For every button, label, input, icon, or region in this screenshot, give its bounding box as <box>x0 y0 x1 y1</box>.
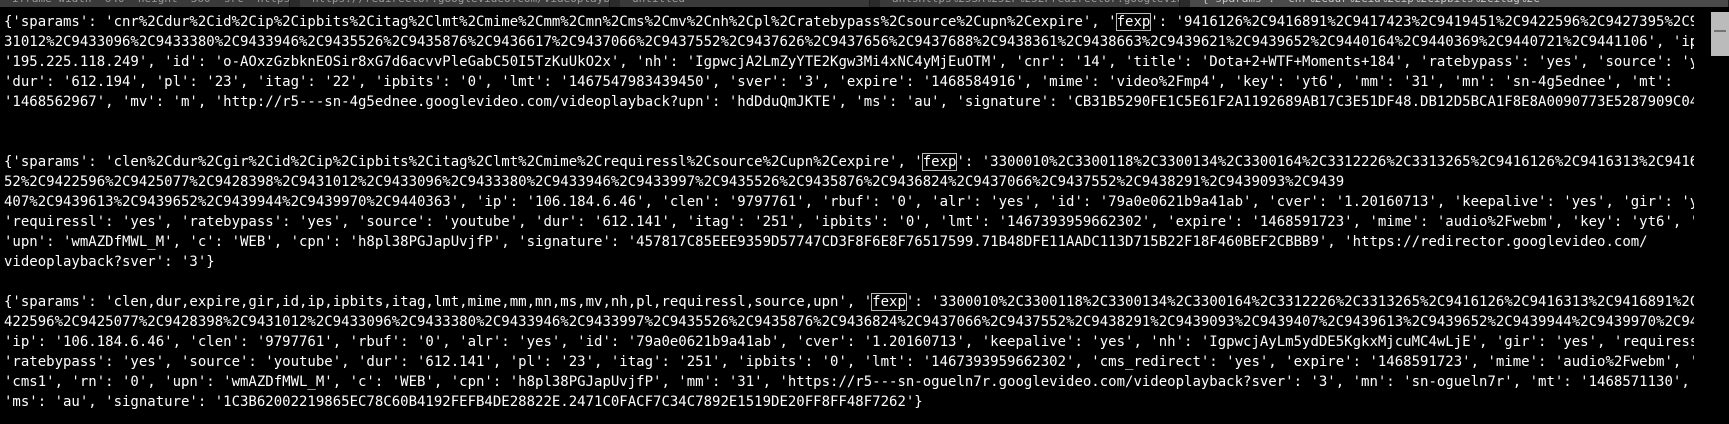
editor-line: {'sparams': 'clen,dur,expire,gir,id,ip,i… <box>4 292 1694 312</box>
line-text: videoplayback?sver': '3'} <box>4 254 215 270</box>
editor-line: 'ip': '106.184.6.46', 'clen': '9797761',… <box>4 332 1694 352</box>
line-text: 31012%2C9433096%2C9433380%2C9433946%2C94… <box>4 34 1694 50</box>
tab-2[interactable]: https://redirector.googlevideo.com/video… <box>300 0 610 7</box>
minimap[interactable] <box>1711 12 1729 56</box>
editor-line: 31012%2C9433096%2C9433380%2C9433946%2C94… <box>4 32 1694 52</box>
line-text: 'ip': '106.184.6.46', 'clen': '9797761',… <box>4 334 1694 350</box>
editor-line: 422596%2C9425077%2C9428398%2C9431012%2C9… <box>4 312 1694 332</box>
tab-3[interactable]: untitled <box>620 0 870 7</box>
line-text: 'ratebypass': 'yes', 'source': 'youtube'… <box>4 354 1694 370</box>
tab-5[interactable]: {'sparams': 'cnr%2Cdur%2Cid%2Cip%2Cipbit… <box>1190 0 1729 7</box>
editor-line: 407%2C9439613%2C9439652%2C9439944%2C9439… <box>4 192 1694 212</box>
editor-line: 'ratebypass': 'yes', 'source': 'youtube'… <box>4 352 1694 372</box>
editor-line: 'ms': 'au', 'signature': '1C3B6200221986… <box>4 392 1694 412</box>
editor-line: '1468562967', 'mv': 'm', 'http://r5---sn… <box>4 92 1694 112</box>
editor-line: 'dur': '612.194', 'pl': '23', 'itag': '2… <box>4 72 1694 92</box>
tab-bar: iframe width="640" height="360" src="htt… <box>0 0 1729 7</box>
editor-line: videoplayback?sver': '3'} <box>4 252 1694 272</box>
line-text: '1468562967', 'mv': 'm', 'http://r5---sn… <box>4 94 1694 110</box>
search-match-highlight: fexp <box>871 293 907 311</box>
editor-line: '195.225.118.249', 'id': 'o-AOxzGzbknEOS… <box>4 52 1694 72</box>
editor-line: 'requiressl': 'yes', 'ratebypass': 'yes'… <box>4 212 1694 232</box>
line-text: {'sparams': 'clen%2Cdur%2Cgir%2Cid%2Cip%… <box>4 154 923 170</box>
tab-4[interactable]: ahtsHttps%253A%252F%252Fredirector.googl… <box>880 0 1180 7</box>
editor-line: 'cms1', 'rn': '0', 'upn': 'wmAZDfMWL_M',… <box>4 372 1694 392</box>
tab-1[interactable]: iframe width="640" height="360" src="htt… <box>0 0 290 7</box>
line-text: {'sparams': 'cnr%2Cdur%2Cid%2Cip%2Cipbit… <box>4 14 1117 30</box>
line-text: ': '3300010%2C3300118%2C3300134%2C330016… <box>905 294 1694 310</box>
text-editor-window: iframe width="640" height="360" src="htt… <box>0 0 1729 424</box>
line-text: ': '3300010%2C3300118%2C3300134%2C330016… <box>956 154 1694 170</box>
line-text: 'requiressl': 'yes', 'ratebypass': 'yes'… <box>4 214 1694 230</box>
line-text: 407%2C9439613%2C9439652%2C9439944%2C9439… <box>4 194 1694 210</box>
line-text: 422596%2C9425077%2C9428398%2C9431012%2C9… <box>4 314 1694 330</box>
line-text: '195.225.118.249', 'id': 'o-AOxzGzbknEOS… <box>4 54 1694 70</box>
line-text: 'upn': 'wmAZDfMWL_M', 'c': 'WEB', 'cpn':… <box>4 234 1648 250</box>
search-match-highlight: fexp <box>921 153 958 171</box>
search-match-highlight: fexp <box>1115 13 1152 31</box>
editor-line: 52%2C9422596%2C9425077%2C9428398%2C94310… <box>4 172 1694 192</box>
editor-line: 'upn': 'wmAZDfMWL_M', 'c': 'WEB', 'cpn':… <box>4 232 1694 252</box>
line-text: 52%2C9422596%2C9425077%2C9428398%2C94310… <box>4 174 1345 190</box>
editor-line: {'sparams': 'clen%2Cdur%2Cgir%2Cid%2Cip%… <box>4 152 1694 172</box>
line-text: ': '9416126%2C9416891%2C9417423%2C941945… <box>1150 14 1694 30</box>
line-text: 'cms1', 'rn': '0', 'upn': 'wmAZDfMWL_M',… <box>4 374 1694 390</box>
line-text: 'dur': '612.194', 'pl': '23', 'itag': '2… <box>4 74 1673 90</box>
editor-line: {'sparams': 'cnr%2Cdur%2Cid%2Cip%2Cipbit… <box>4 12 1694 32</box>
line-text: {'sparams': 'clen,dur,expire,gir,id,ip,i… <box>4 294 873 310</box>
editor-text-area[interactable]: {'sparams': 'cnr%2Cdur%2Cid%2Cip%2Cipbit… <box>4 12 1694 412</box>
line-text: 'ms': 'au', 'signature': '1C3B6200221986… <box>4 394 923 410</box>
